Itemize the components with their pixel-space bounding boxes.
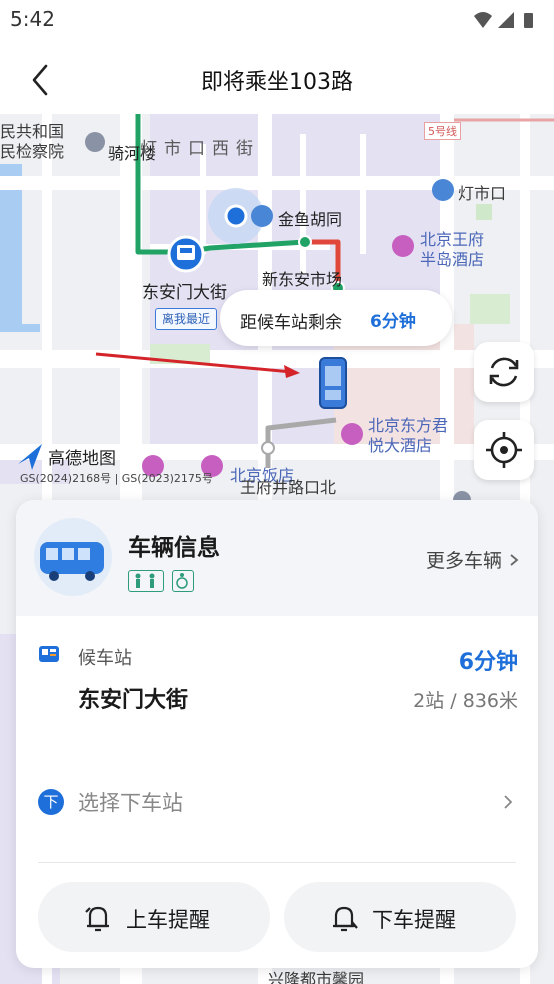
wheelchair-icon xyxy=(172,570,194,592)
page-title: 即将乘坐103路 xyxy=(201,70,353,95)
wifi-icon xyxy=(474,12,492,28)
map-label-line5: 5号线 xyxy=(424,122,461,140)
bus-avatar xyxy=(34,518,112,596)
status-time: 5:42 xyxy=(10,7,55,31)
panel-title: 车辆信息 xyxy=(128,535,220,561)
boarding-stop-eta: 6分钟 xyxy=(458,650,518,675)
panel-header: 车辆信息 更多车辆 xyxy=(16,500,538,616)
select-alight-stop-row[interactable]: 下 选择下车站 xyxy=(16,772,538,832)
divider xyxy=(38,862,516,863)
chevron-right-icon xyxy=(504,795,513,809)
map-label-dengshikou-west: 灯市口西街 xyxy=(140,139,260,159)
status-bar: 5:42 xyxy=(0,0,554,40)
locate-button[interactable] xyxy=(474,420,534,480)
board-reminder-button[interactable]: 上车提醒 xyxy=(38,882,270,952)
eta-text: 距候车站剩余 xyxy=(240,313,342,333)
map-label-dengshikou: 灯市口 xyxy=(458,184,507,203)
nav-bar: 即将乘坐103路 xyxy=(0,40,554,114)
status-icons xyxy=(474,12,533,28)
crosshair-icon xyxy=(486,432,522,468)
board-reminder-label: 上车提醒 xyxy=(126,908,210,932)
map-label-xinglong: 兴隆都市馨园 xyxy=(268,970,365,984)
map-label-dongan-stop: 东安门大街 xyxy=(142,283,227,303)
map-license-text: GS(2024)2168号 | GS(2023)2175号 xyxy=(20,472,213,485)
boarding-stop-label: 候车站 xyxy=(78,648,132,669)
restroom-icon xyxy=(128,570,164,592)
amap-logo-text: 高德地图 xyxy=(48,449,116,469)
nearest-stop-tag: 离我最近 xyxy=(155,308,218,330)
battery-icon xyxy=(524,13,533,28)
eta-bubble: 距候车站剩余 6分钟 xyxy=(220,290,452,346)
map-label-wangfujing-south: 王府井路口北 xyxy=(240,478,337,497)
boarding-stop-name: 东安门大街 xyxy=(78,688,189,713)
alight-badge: 下 xyxy=(38,789,64,815)
more-vehicles-label: 更多车辆 xyxy=(425,550,502,572)
boarding-stop-distance: 2站 / 836米 xyxy=(413,690,518,712)
alight-reminder-label: 下车提醒 xyxy=(372,908,456,932)
eta-value: 6分钟 xyxy=(370,312,416,332)
map-label-dongfang-hotel: 北京东方君 悦大酒店 xyxy=(368,416,449,455)
signal-icon xyxy=(498,12,514,28)
bus-stop-icon xyxy=(39,646,59,662)
refresh-icon xyxy=(489,357,519,387)
chevron-right-icon xyxy=(510,554,519,566)
alight-placeholder: 选择下车站 xyxy=(78,791,183,815)
map-label-procuratorate: 民共和国 民检察院 xyxy=(0,122,65,161)
bell-alight-icon xyxy=(333,906,358,932)
bell-board-icon xyxy=(85,906,109,932)
alight-reminder-button[interactable]: 下车提醒 xyxy=(284,882,516,952)
bus-icon xyxy=(40,542,104,581)
map-label-jinyu-hutong: 金鱼胡同 xyxy=(278,210,343,229)
map-label-xindongan: 新东安市场 xyxy=(262,270,343,289)
map-label-wangfu-hotel: 北京王府 半岛酒店 xyxy=(420,230,485,269)
vehicle-info-panel: 车辆信息 更多车辆 候车站 6分钟 东安门大街 2站 / 836米 下 选择下车… xyxy=(16,500,538,968)
more-vehicles-link[interactable]: 更多车辆 xyxy=(426,546,520,573)
refresh-button[interactable] xyxy=(474,342,534,402)
